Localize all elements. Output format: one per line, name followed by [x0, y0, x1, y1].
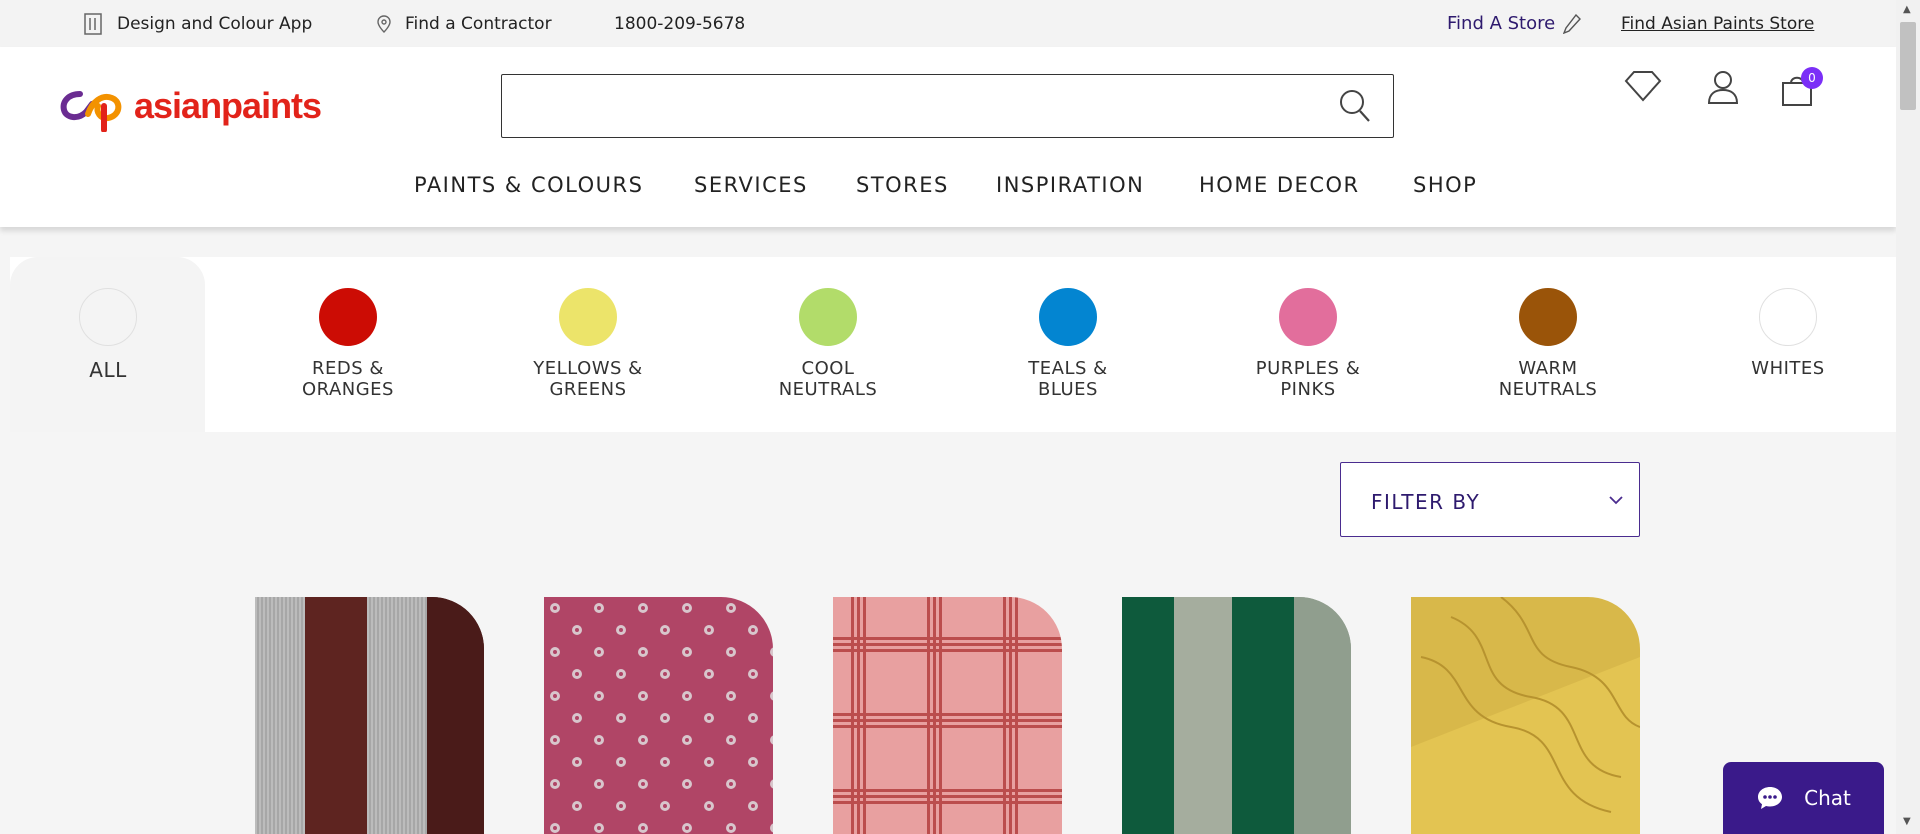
category-swatch [1519, 288, 1577, 346]
find-asian-paints-store-link[interactable]: Find Asian Paints Store [1621, 0, 1814, 47]
find-a-store-label: Find A Store [1447, 13, 1556, 34]
search-input[interactable] [502, 75, 1322, 135]
scroll-up-icon[interactable]: ▲ [1903, 4, 1911, 15]
chat-bubble-icon [1756, 785, 1784, 811]
phone-label: 1800-209-5678 [614, 13, 746, 34]
user-account-icon[interactable] [1706, 69, 1740, 109]
nav-inspiration[interactable]: INSPIRATION [996, 173, 1144, 197]
category-label: ALL [89, 358, 127, 382]
app-icon [83, 12, 103, 35]
pencil-icon [1563, 13, 1582, 34]
scrollbar-thumb[interactable] [1900, 22, 1916, 110]
chat-label: Chat [1804, 786, 1851, 810]
main-header: asianpaints 0 PAINTS & COLOURS SERVICES … [0, 47, 1896, 227]
product-tile-pink-red-plaid[interactable] [833, 597, 1062, 834]
category-swatch [559, 288, 617, 346]
chevron-down-icon [1607, 491, 1625, 513]
category-swatch [1759, 288, 1817, 346]
category-swatch [1039, 288, 1097, 346]
chat-button[interactable]: Chat [1723, 762, 1884, 834]
asianpaints-logo[interactable]: asianpaints [58, 80, 322, 132]
category-swatch [79, 288, 137, 346]
product-tile-grey-maroon-stripes[interactable] [255, 597, 484, 834]
wishlist-heart-icon[interactable] [1624, 69, 1662, 107]
design-app-label: Design and Colour App [117, 13, 313, 34]
category-swatch [319, 288, 377, 346]
category-whites[interactable]: WHITES [1688, 257, 1888, 379]
category-swatch [799, 288, 857, 346]
filter-by-dropdown[interactable]: FILTER BY [1340, 462, 1640, 537]
search-icon[interactable] [1339, 89, 1371, 127]
category-label: YELLOWS & GREENS [533, 358, 643, 400]
filter-by-label: FILTER BY [1371, 490, 1481, 514]
logo-mark-icon [60, 91, 122, 132]
location-pin-icon [377, 14, 391, 33]
category-label: COOL NEUTRALS [778, 358, 878, 400]
category-label: PURPLES & PINKS [1255, 358, 1361, 400]
category-label: TEALS & BLUES [1028, 358, 1108, 400]
colour-category-bar: ALL REDS & ORANGES YELLOWS & GREENS COOL NE… [10, 257, 1896, 432]
cart-count-badge: 0 [1801, 67, 1823, 89]
nav-paints-colours[interactable]: PAINTS & COLOURS [414, 173, 643, 197]
category-teals-blues[interactable]: TEALS & BLUES [968, 257, 1168, 400]
find-contractor-link[interactable]: Find a Contractor [377, 0, 552, 47]
product-image [1122, 597, 1351, 834]
product-image [544, 597, 773, 834]
category-all[interactable]: ALL [8, 257, 208, 381]
category-yellows-greens[interactable]: YELLOWS & GREENS [488, 257, 688, 400]
product-tile-green-grey-stripes[interactable] [1122, 597, 1351, 834]
scroll-down-icon[interactable]: ▼ [1903, 816, 1911, 827]
page-scrollbar[interactable]: ▲ ▼ [1896, 0, 1920, 834]
design-app-link[interactable]: Design and Colour App [83, 0, 312, 47]
category-label: WARM NEUTRALS [1498, 358, 1598, 400]
nav-shop[interactable]: SHOP [1413, 173, 1477, 197]
find-contractor-label: Find a Contractor [405, 13, 552, 34]
product-tile-gold-swirl[interactable] [1411, 597, 1640, 834]
product-image [1411, 597, 1640, 834]
find-asian-paints-store-label: Find Asian Paints Store [1621, 13, 1815, 34]
find-a-store-link[interactable]: Find A Store [1447, 0, 1582, 47]
category-cool-neutrals[interactable]: COOL NEUTRALS [728, 257, 928, 400]
category-reds-oranges[interactable]: REDS & ORANGES [248, 257, 448, 400]
category-label: WHITES [1751, 358, 1825, 379]
product-image [833, 597, 1062, 834]
primary-nav: PAINTS & COLOURS SERVICES STORES INSPIRA… [0, 173, 1896, 197]
category-swatch [1279, 288, 1337, 346]
logo-wordmark: asianpaints [134, 85, 322, 126]
top-utility-bar: Design and Colour App Find a Contractor … [0, 0, 1896, 47]
product-image [255, 597, 484, 834]
phone-number[interactable]: 1800-209-5678 [614, 0, 745, 47]
search-bar [501, 74, 1394, 138]
category-warm-neutrals[interactable]: WARM NEUTRALS [1448, 257, 1648, 400]
nav-services[interactable]: SERVICES [694, 173, 808, 197]
category-purples-pinks[interactable]: PURPLES & PINKS [1208, 257, 1408, 400]
nav-home-decor[interactable]: HOME DECOR [1199, 173, 1360, 197]
category-label: REDS & ORANGES [302, 358, 394, 400]
nav-stores[interactable]: STORES [856, 173, 949, 197]
product-tile-pink-polka-dots[interactable] [544, 597, 773, 834]
